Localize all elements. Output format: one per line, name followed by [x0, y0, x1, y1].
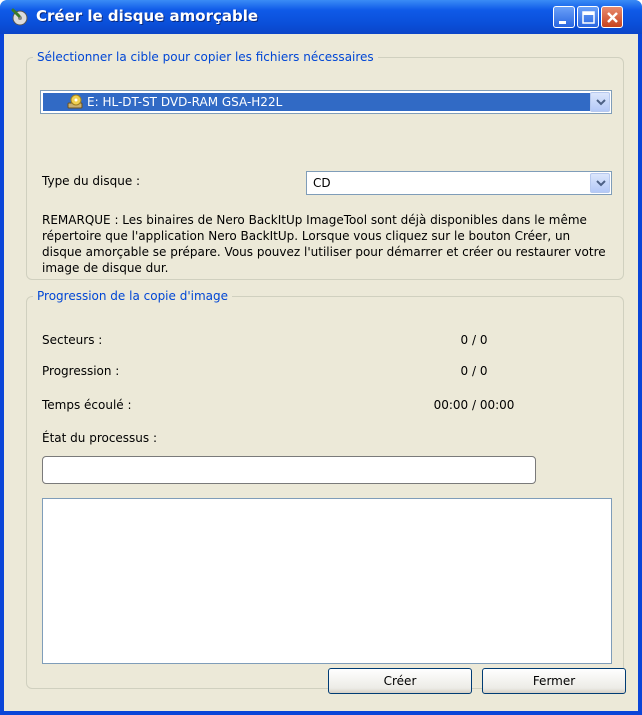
create-button[interactable]: Créer [328, 668, 472, 694]
progress-group-legend: Progression de la copie d'image [37, 289, 229, 303]
elapsed-label: Temps écoulé : [42, 398, 132, 412]
close-icon [607, 12, 618, 23]
maximize-icon [582, 11, 595, 24]
drive-dropdown-button[interactable] [590, 92, 610, 112]
disc-type-value: CD [313, 176, 331, 190]
target-group-legend: Sélectionner la cible pour copier les fi… [37, 50, 374, 64]
close-button[interactable] [601, 6, 623, 28]
drive-select[interactable]: E: HL-DT-ST DVD-RAM GSA-H22L [40, 90, 612, 114]
wrench-disc-icon [11, 8, 28, 26]
dialog-window: Créer le disque amorçable Sélectionner l… [0, 0, 642, 715]
chevron-down-icon [596, 99, 606, 106]
disc-type-select[interactable]: CD [306, 171, 612, 195]
optical-drive-icon [67, 94, 83, 109]
disc-type-dropdown-button[interactable] [590, 173, 610, 193]
drive-select-value: E: HL-DT-ST DVD-RAM GSA-H22L [43, 93, 590, 111]
title-bar[interactable]: Créer le disque amorçable [0, 0, 642, 34]
close-dialog-button[interactable]: Fermer [482, 668, 626, 694]
minimize-button[interactable] [553, 6, 575, 28]
maximize-button[interactable] [577, 6, 599, 28]
drive-selected-label: E: HL-DT-ST DVD-RAM GSA-H22L [87, 95, 283, 109]
chevron-down-icon [596, 180, 606, 187]
note-text: REMARQUE : Les binaires de Nero BackItUp… [42, 213, 606, 275]
progress-value: 0 / 0 [460, 364, 488, 378]
status-label: État du processus : [42, 431, 158, 445]
progress-label: Progression : [42, 364, 120, 378]
dialog-client-area: Sélectionner la cible pour copier les fi… [4, 34, 638, 711]
disc-type-label: Type du disque : [42, 174, 141, 188]
elapsed-value: 00:00 / 00:00 [433, 398, 515, 412]
window-title: Créer le disque amorçable [36, 7, 259, 25]
sectors-label: Secteurs : [42, 333, 103, 347]
minimize-icon [559, 21, 566, 24]
sectors-value: 0 / 0 [460, 333, 488, 347]
status-progress-bar [42, 456, 536, 484]
log-textarea[interactable] [42, 498, 612, 664]
